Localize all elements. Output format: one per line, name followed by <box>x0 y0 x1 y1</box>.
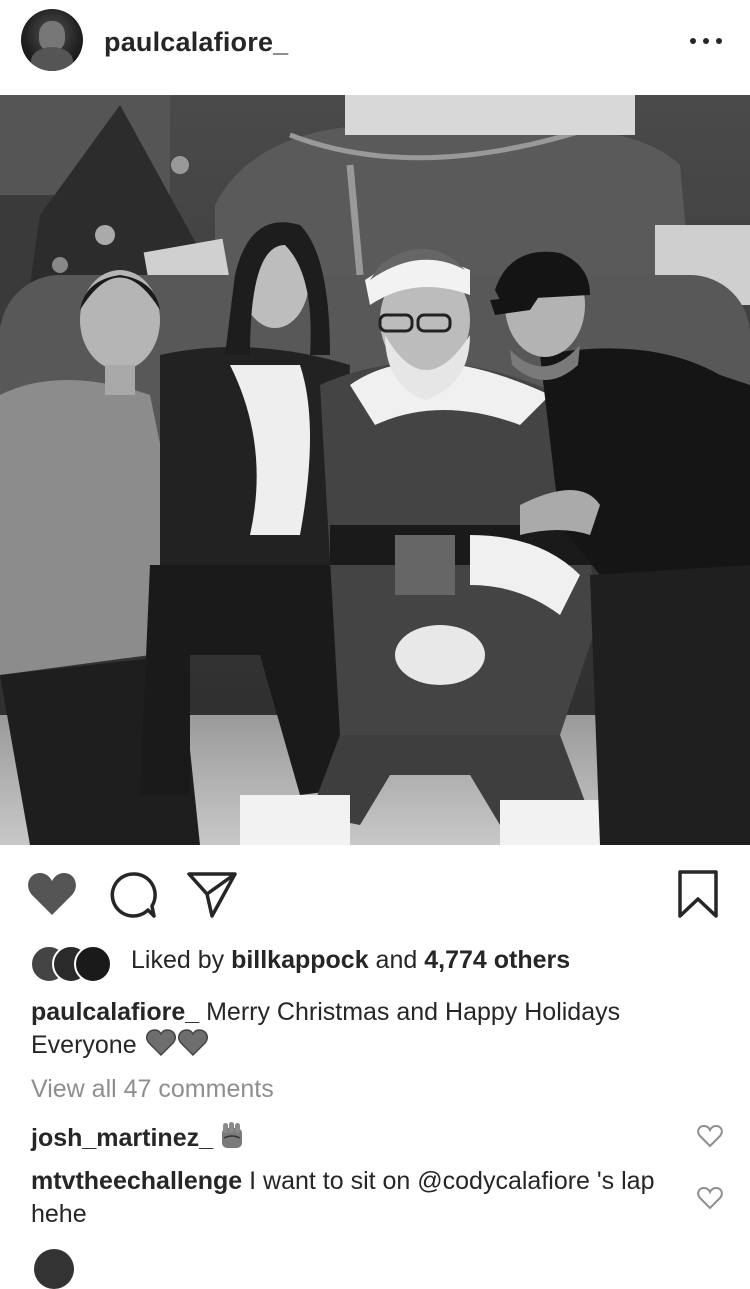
liker-username[interactable]: billkappock <box>231 946 369 974</box>
comment-username[interactable]: josh_martinez_ <box>31 1124 213 1152</box>
comment-bubble-icon[interactable] <box>107 869 159 921</box>
next-post-avatar[interactable] <box>34 1249 74 1289</box>
share-paper-plane-icon[interactable] <box>185 870 239 920</box>
post-header: paulcalafiore_ <box>0 0 750 95</box>
like-comment-heart-icon[interactable] <box>697 1124 723 1148</box>
bookmark-icon[interactable] <box>676 869 720 919</box>
like-heart-icon[interactable] <box>26 870 78 918</box>
grey-heart-emoji-icon <box>145 1029 176 1057</box>
view-all-comments-link[interactable]: View all 47 comments <box>31 1075 274 1104</box>
caption-username[interactable]: paulcalafiore_ <box>31 998 199 1026</box>
more-options-icon[interactable] <box>686 28 726 52</box>
author-avatar[interactable] <box>21 9 83 71</box>
author-username[interactable]: paulcalafiore_ <box>104 27 288 58</box>
liker-avatar <box>74 945 112 983</box>
raised-fist-emoji-icon <box>222 1122 243 1148</box>
post-caption: paulcalafiore_ Merry Christmas and Happy… <box>31 996 721 1062</box>
likes-summary[interactable]: Liked by billkappock and 4,774 others <box>131 946 570 975</box>
comment-item: mtvtheechallenge I want to sit on @codyc… <box>31 1165 671 1231</box>
grey-heart-emoji-icon <box>177 1029 208 1057</box>
comment-item: josh_martinez_ <box>31 1120 671 1155</box>
post-photo[interactable] <box>0 95 750 845</box>
comment-username[interactable]: mtvtheechallenge <box>31 1167 242 1195</box>
like-comment-heart-icon[interactable] <box>697 1186 723 1210</box>
likes-count[interactable]: 4,774 others <box>424 946 570 974</box>
liker-avatars[interactable] <box>30 943 122 983</box>
